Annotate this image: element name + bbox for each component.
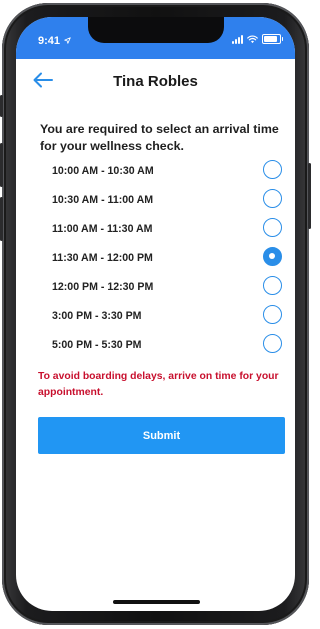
status-bar: 9:41: [16, 17, 295, 59]
status-icons: [232, 34, 283, 44]
page-title: Tina Robles: [113, 73, 198, 90]
time-slot-row[interactable]: 10:00 AM - 10:30 AM: [16, 157, 295, 186]
submit-button[interactable]: Submit: [38, 417, 285, 454]
status-time: 9:41: [38, 35, 71, 47]
radio-button-selected[interactable]: [263, 247, 282, 266]
screen: 9:41 Tina Robles You are required to sel…: [16, 17, 295, 611]
time-slot-label: 11:30 AM - 12:00 PM: [52, 252, 153, 264]
instruction-text: You are required to select an arrival ti…: [40, 122, 279, 153]
time-slot-label: 12:00 PM - 12:30 PM: [52, 281, 154, 293]
radio-button[interactable]: [263, 218, 282, 237]
time-slot-row[interactable]: 5:00 PM - 5:30 PM: [16, 331, 295, 360]
time-slot-row[interactable]: 11:00 AM - 11:30 AM: [16, 215, 295, 244]
radio-button[interactable]: [263, 334, 282, 353]
radio-button[interactable]: [263, 276, 282, 295]
side-button-right: [308, 163, 311, 229]
time-slot-label: 10:30 AM - 11:00 AM: [52, 194, 154, 206]
warning-text: To avoid boarding delays, arrive on time…: [38, 371, 279, 398]
radio-button[interactable]: [263, 305, 282, 324]
location-arrow-icon: [64, 37, 71, 44]
time-slot-list: 10:00 AM - 10:30 AM 10:30 AM - 11:00 AM …: [16, 157, 295, 360]
time-slot-row[interactable]: 3:00 PM - 3:30 PM: [16, 302, 295, 331]
wifi-icon: [247, 35, 258, 43]
time-slot-label: 3:00 PM - 3:30 PM: [52, 310, 142, 322]
side-button-left-2: [0, 143, 3, 187]
time-slot-row[interactable]: 12:00 PM - 12:30 PM: [16, 273, 295, 302]
phone-frame: 9:41 Tina Robles You are required to sel…: [0, 3, 311, 625]
time-slot-label: 10:00 AM - 10:30 AM: [52, 165, 154, 177]
time-slot-row[interactable]: 11:30 AM - 12:00 PM: [16, 244, 295, 273]
signal-icon: [232, 34, 243, 44]
radio-button[interactable]: [263, 189, 282, 208]
side-button-left-3: [0, 197, 3, 241]
notch: [88, 17, 224, 43]
status-time-text: 9:41: [38, 35, 61, 47]
time-slot-row[interactable]: 10:30 AM - 11:00 AM: [16, 186, 295, 215]
time-slot-label: 11:00 AM - 11:30 AM: [52, 223, 153, 235]
header: Tina Robles: [16, 67, 295, 101]
home-indicator: [113, 600, 200, 604]
battery-icon: [262, 34, 283, 44]
radio-button[interactable]: [263, 160, 282, 179]
time-slot-label: 5:00 PM - 5:30 PM: [52, 339, 142, 351]
side-button-left-1: [0, 95, 3, 117]
